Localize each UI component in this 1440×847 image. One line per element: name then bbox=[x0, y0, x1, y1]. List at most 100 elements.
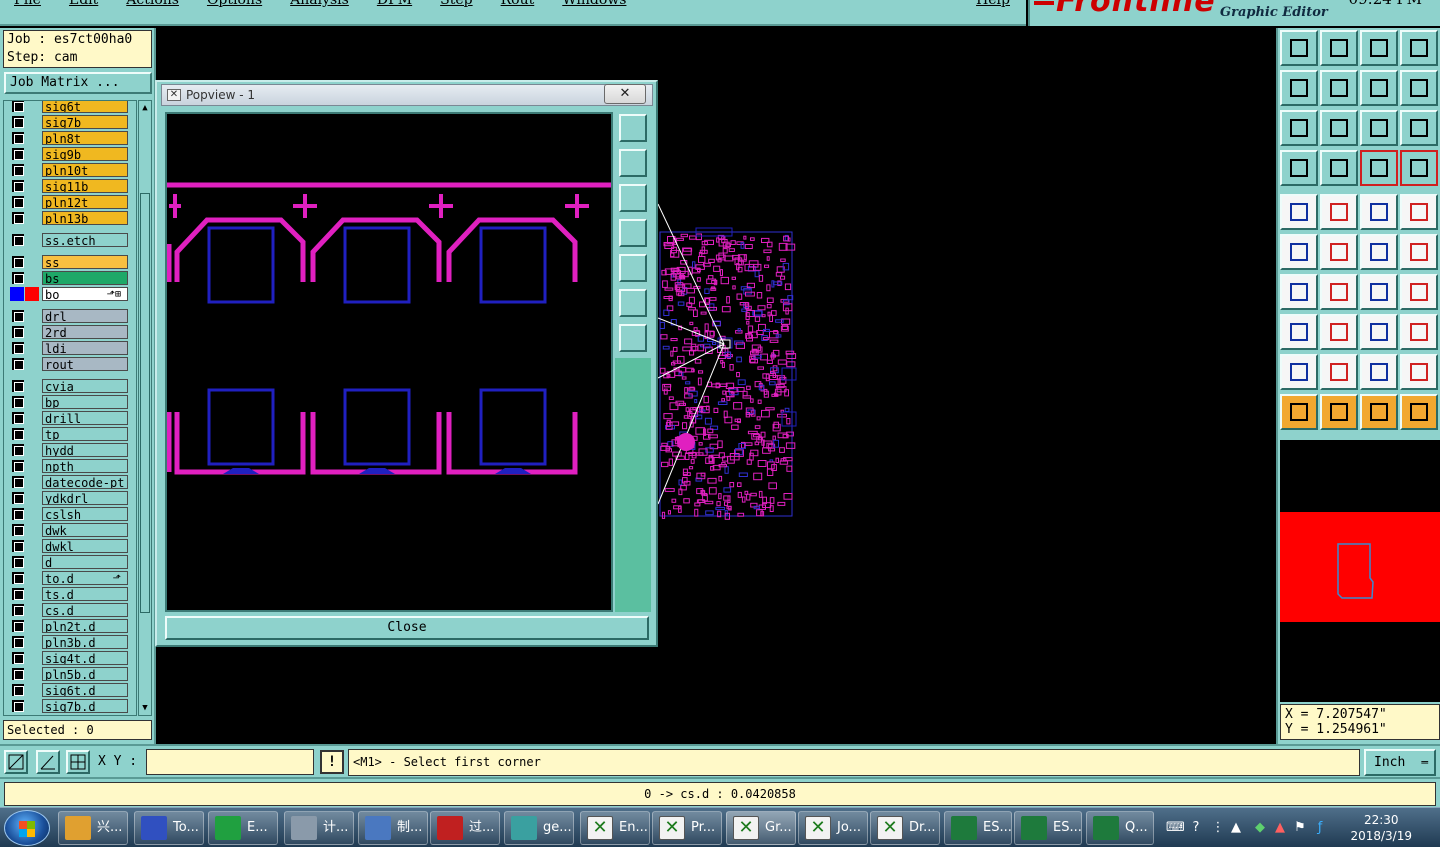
layer-label[interactable]: rout bbox=[42, 357, 128, 371]
layer-checkbox[interactable] bbox=[12, 620, 24, 632]
layer-row-drill[interactable]: drill bbox=[6, 411, 128, 425]
help-icon[interactable] bbox=[1400, 110, 1438, 146]
scale-1-2-icon[interactable] bbox=[1360, 110, 1398, 146]
layer-checkbox[interactable] bbox=[12, 476, 24, 488]
layer-checkbox[interactable] bbox=[12, 540, 24, 552]
menu-item-file[interactable]: File bbox=[14, 0, 41, 8]
select-poly-icon[interactable] bbox=[1360, 394, 1398, 430]
text-f-icon[interactable] bbox=[1400, 274, 1438, 310]
layer-row-cslsh[interactable]: cslsh bbox=[6, 507, 128, 521]
network-icon[interactable]: ◆ bbox=[1252, 820, 1268, 836]
zoom-fit-icon[interactable] bbox=[1280, 110, 1318, 146]
move-right-icon[interactable] bbox=[1320, 70, 1358, 106]
zoom-fit-icon[interactable] bbox=[619, 114, 647, 142]
layer-label[interactable]: ss bbox=[42, 255, 128, 269]
layer-label[interactable]: ldi bbox=[42, 341, 128, 355]
grid-view-icon[interactable] bbox=[1320, 150, 1358, 186]
popview-close-button[interactable]: Close bbox=[165, 616, 649, 640]
layer-checkbox[interactable] bbox=[12, 652, 24, 664]
layer-checkbox[interactable] bbox=[12, 272, 24, 284]
layer-checkbox[interactable] bbox=[12, 524, 24, 536]
layer-row-bo[interactable]: bo ⬏⊞ bbox=[6, 287, 128, 301]
taskbar-item[interactable]: ES... bbox=[1014, 811, 1082, 845]
zoom-height-icon[interactable] bbox=[1320, 110, 1358, 146]
layer-label[interactable]: sig7b bbox=[42, 115, 128, 129]
layer-row-pln8t[interactable]: pln8t bbox=[6, 131, 128, 145]
work-layer-indicator[interactable] bbox=[25, 287, 39, 301]
layer-checkbox[interactable] bbox=[12, 460, 24, 472]
layer-row-pln3b-d[interactable]: pln3b.d bbox=[6, 635, 128, 649]
layer-checkbox[interactable] bbox=[12, 492, 24, 504]
layer-label[interactable]: sig9b bbox=[42, 147, 128, 161]
security-icon[interactable]: ▲ bbox=[1272, 820, 1288, 836]
layer-row-sig4t-d[interactable]: sig4t.d bbox=[6, 651, 128, 665]
system-clock[interactable]: 22:30 2018/3/19 bbox=[1350, 812, 1412, 844]
layer-checkbox[interactable] bbox=[12, 310, 24, 322]
layer-row-pln10t[interactable]: pln10t bbox=[6, 163, 128, 177]
select-route-icon[interactable] bbox=[1400, 394, 1438, 430]
pan-right-icon[interactable] bbox=[619, 254, 647, 282]
layer-scrollbar[interactable]: ▲ ▼ bbox=[138, 100, 152, 716]
layer-label[interactable]: pln3b.d bbox=[42, 635, 128, 649]
node-icon[interactable] bbox=[1280, 234, 1318, 270]
move-down-icon[interactable] bbox=[1320, 30, 1358, 66]
layer-label[interactable]: pln2t.d bbox=[42, 619, 128, 633]
menu-item-edit[interactable]: Edit bbox=[69, 0, 98, 8]
zoom-out-icon[interactable] bbox=[619, 324, 647, 352]
taskbar-item[interactable]: E... bbox=[208, 811, 278, 845]
layer-label[interactable]: pln13b bbox=[42, 211, 128, 225]
scroll-up-icon[interactable]: ▲ bbox=[140, 102, 150, 114]
layer-checkbox[interactable] bbox=[12, 700, 24, 712]
taskbar-item[interactable]: 兴... bbox=[58, 811, 128, 845]
taskbar-item[interactable]: 制... bbox=[358, 811, 428, 845]
layer-label[interactable]: 2rd bbox=[42, 325, 128, 339]
home-icon[interactable] bbox=[1360, 30, 1398, 66]
layer-row-pln13b[interactable]: pln13b bbox=[6, 211, 128, 225]
select-cursor-icon[interactable] bbox=[1280, 394, 1318, 430]
point-link-2-icon[interactable] bbox=[1400, 234, 1438, 270]
taskbar-item[interactable]: 计... bbox=[284, 811, 354, 845]
layer-checkbox[interactable] bbox=[12, 212, 24, 224]
layer-label[interactable]: dwk bbox=[42, 523, 128, 537]
select-box-icon[interactable] bbox=[1320, 394, 1358, 430]
menu-help[interactable]: Help bbox=[976, 0, 1010, 8]
layer-checkbox[interactable] bbox=[12, 116, 24, 128]
layer-row-sig7b-d[interactable]: sig7b.d bbox=[6, 699, 128, 713]
taskbar-item[interactable]: Jo... bbox=[798, 811, 868, 845]
popview-titlebar[interactable]: ✕ Popview - 1 ✕ bbox=[161, 84, 653, 106]
layer-label[interactable]: sig4t.d bbox=[42, 651, 128, 665]
menu-item-actions[interactable]: Actions bbox=[126, 0, 179, 8]
layer-checkbox[interactable] bbox=[12, 326, 24, 338]
cross-node-icon[interactable] bbox=[1320, 234, 1358, 270]
layer-label[interactable]: bp bbox=[42, 395, 128, 409]
layer-row-dwk[interactable]: dwk bbox=[6, 523, 128, 537]
layer-checkbox[interactable] bbox=[12, 164, 24, 176]
layer-row-bs[interactable]: bs bbox=[6, 271, 128, 285]
angle-icon[interactable] bbox=[36, 750, 60, 774]
layer-label[interactable]: drl bbox=[42, 309, 128, 323]
layer-checkbox[interactable] bbox=[12, 508, 24, 520]
grid-icon[interactable] bbox=[66, 750, 90, 774]
start-button[interactable] bbox=[4, 810, 50, 846]
popview-close-icon[interactable]: ✕ bbox=[604, 84, 646, 104]
layer-checkbox[interactable] bbox=[12, 101, 24, 112]
point-link-icon[interactable] bbox=[1360, 234, 1398, 270]
triangle-2-icon[interactable] bbox=[1320, 354, 1358, 390]
taskbar-item[interactable]: Pr... bbox=[652, 811, 722, 845]
taskbar-item[interactable]: ES... bbox=[944, 811, 1012, 845]
measure-icon[interactable] bbox=[1360, 314, 1398, 350]
layer-checkbox[interactable] bbox=[12, 396, 24, 408]
scroll-down-icon[interactable]: ▼ bbox=[140, 702, 150, 714]
layer-label[interactable]: npth bbox=[42, 459, 128, 473]
layer-row-pln2t-d[interactable]: pln2t.d bbox=[6, 619, 128, 633]
units-selector[interactable]: Inch ═ bbox=[1364, 749, 1436, 776]
menu-item-windows[interactable]: Windows bbox=[562, 0, 626, 8]
layer-row-to-d[interactable]: to.d ⬏ bbox=[6, 571, 128, 585]
layer-row-sig9b[interactable]: sig9b bbox=[6, 147, 128, 161]
keyboard-icon[interactable]: ⌨ bbox=[1166, 820, 1185, 836]
layer-label[interactable]: d bbox=[42, 555, 128, 569]
add-pad-icon[interactable] bbox=[1280, 194, 1318, 230]
triangle-3-icon[interactable] bbox=[1360, 354, 1398, 390]
layer-label[interactable]: sig6t bbox=[42, 101, 128, 113]
menu-item-dfm[interactable]: DFM bbox=[377, 0, 412, 8]
